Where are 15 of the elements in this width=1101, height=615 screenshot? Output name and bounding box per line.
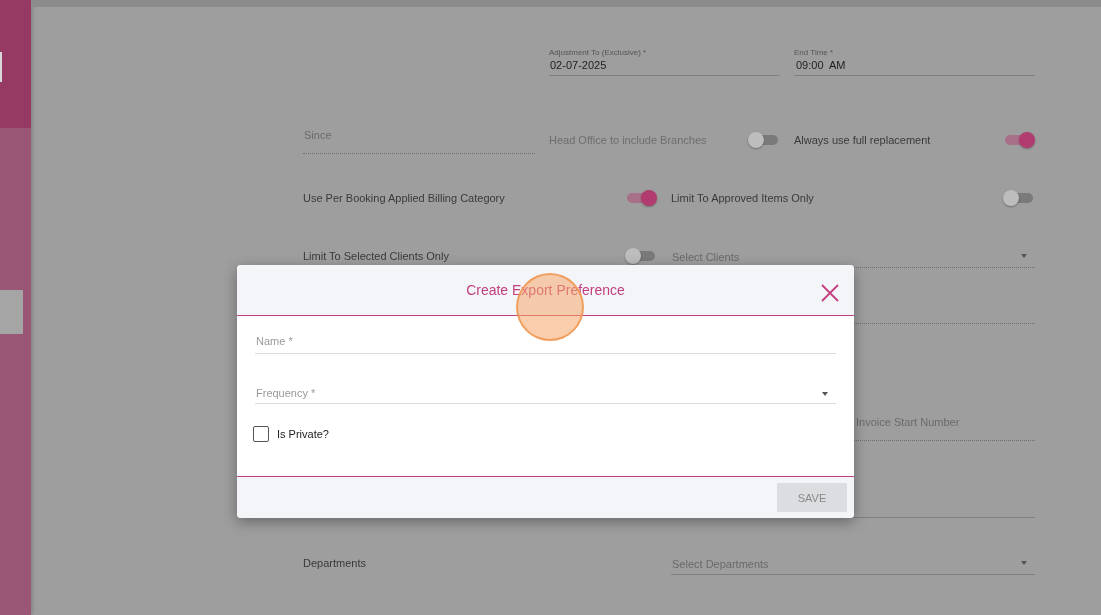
toggle-label: Use Per Booking Applied Billing Category (303, 192, 505, 204)
frequency-select[interactable]: Frequency * (255, 384, 836, 404)
departments-label: Departments (303, 557, 366, 569)
close-icon[interactable] (821, 284, 839, 302)
toggle-switch[interactable] (627, 193, 655, 203)
toggle-switch[interactable] (627, 251, 655, 261)
toggle-label: Limit To Approved Items Only (671, 192, 814, 204)
toggle-switch[interactable] (1005, 135, 1033, 145)
toggle-label: Always use full replacement (794, 134, 931, 146)
name-field[interactable]: Name * (255, 332, 836, 354)
date-field[interactable]: Adjustment To (Exclusive) * 02-07-2025 (549, 46, 780, 76)
toggle-switch[interactable] (1005, 193, 1033, 203)
toggle-label: Limit To Selected Clients Only (303, 250, 449, 262)
checkbox-label: Is Private? (277, 428, 329, 440)
checkbox[interactable] (253, 426, 269, 442)
